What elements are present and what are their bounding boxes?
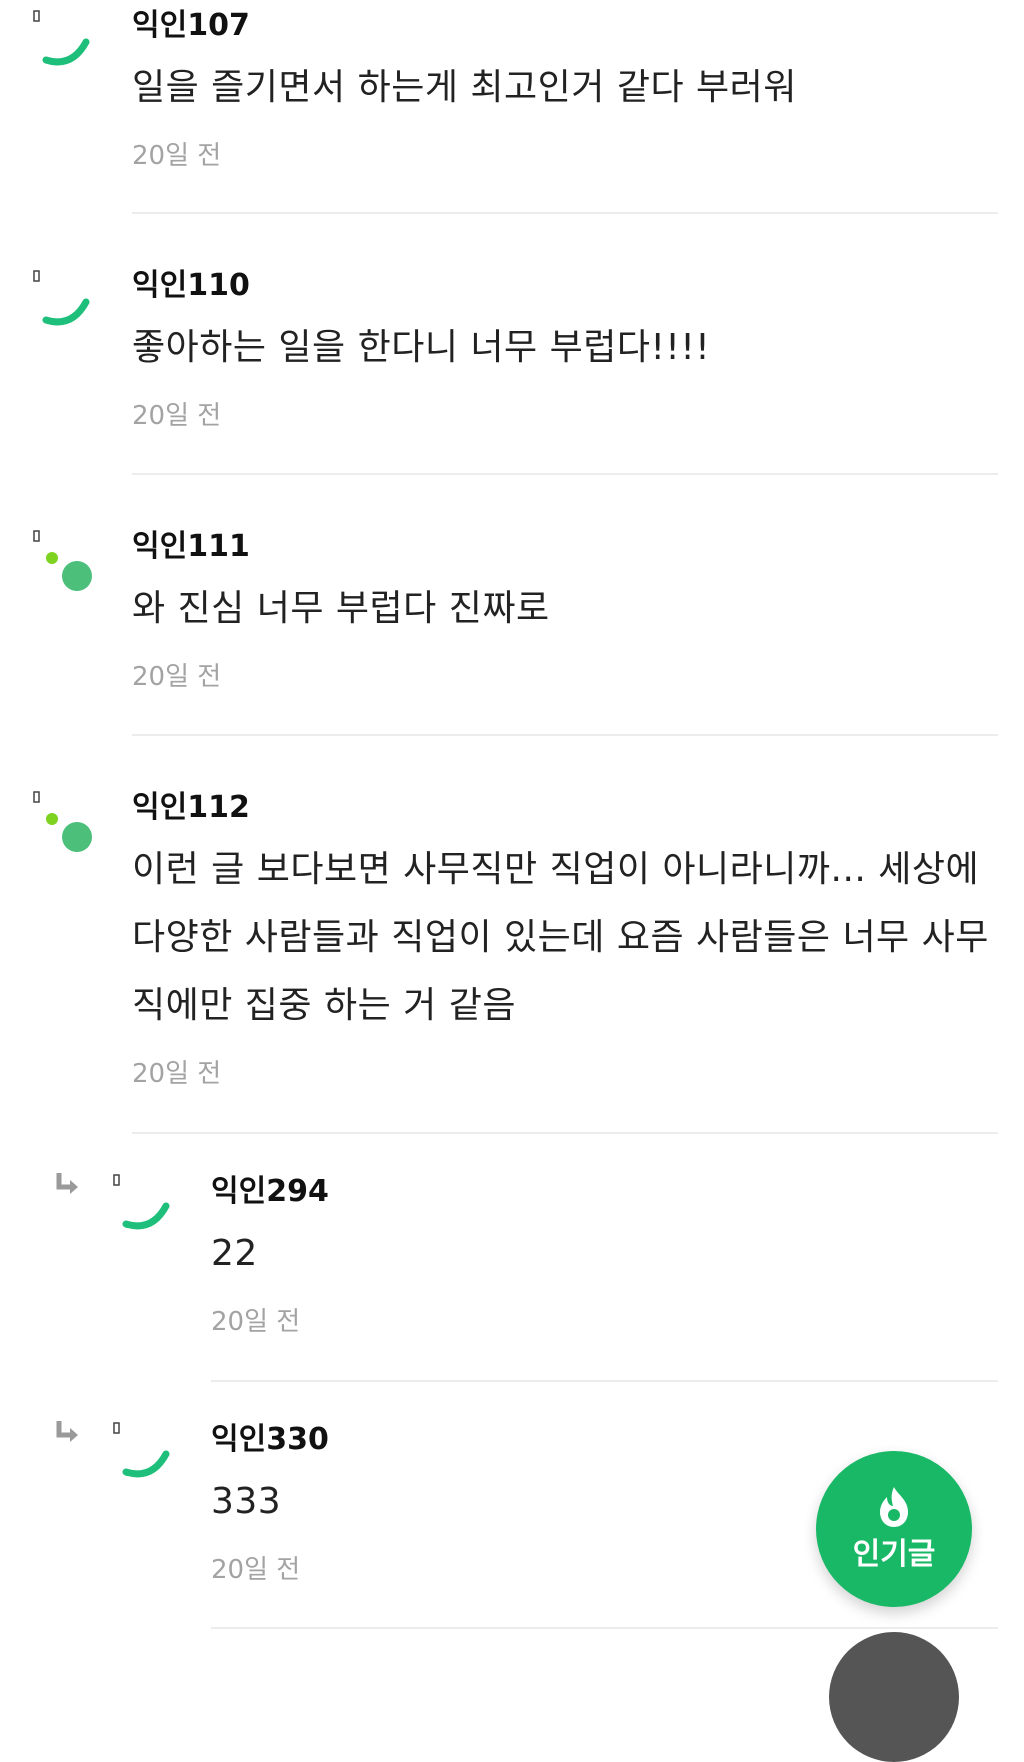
- comment-nickname[interactable]: 익인111: [132, 527, 998, 567]
- comment-divider: [132, 473, 998, 475]
- comment-time: 20일 전: [132, 141, 222, 171]
- arc-avatar-icon[interactable]: [110, 1172, 174, 1236]
- comment-nickname[interactable]: 익인112: [132, 788, 998, 828]
- arc-avatar-icon[interactable]: [30, 8, 94, 72]
- comment-text: 22: [211, 1233, 258, 1274]
- popular-posts-label: 인기글: [852, 1537, 936, 1572]
- scroll-top-button[interactable]: [829, 1632, 959, 1762]
- comment-time: 20일 전: [132, 662, 222, 692]
- reply-arrow-icon: [53, 1418, 81, 1446]
- dots-avatar-icon[interactable]: [30, 528, 94, 592]
- comment-nickname[interactable]: 익인110: [132, 266, 998, 306]
- arc-avatar-icon[interactable]: [30, 268, 94, 332]
- comment-time: 20일 전: [211, 1307, 301, 1337]
- comment-divider: [132, 212, 998, 214]
- popular-posts-button[interactable]: 인기글: [816, 1451, 972, 1607]
- comment-text: 좋아하는 일을 한다니 너무 부럽다!!!!: [132, 327, 711, 368]
- comment-time: 20일 전: [132, 401, 222, 431]
- comment-divider: [132, 1132, 998, 1134]
- comment-nickname[interactable]: 익인107: [132, 6, 998, 46]
- dots-avatar-icon[interactable]: [30, 789, 94, 853]
- comment-divider: [132, 734, 998, 736]
- arc-avatar-icon[interactable]: [110, 1420, 174, 1484]
- comment-divider: [211, 1380, 998, 1382]
- flame-icon: [872, 1483, 916, 1531]
- comment-text: 일을 즐기면서 하는게 최고인거 같다 부러워: [132, 67, 797, 108]
- comment-time: 20일 전: [132, 1059, 222, 1089]
- comment-text: 이런 글 보다보면 사무직만 직업이 아니라니까... 세상에 다양한 사람들과…: [132, 849, 989, 1026]
- comment-text: 와 진심 너무 부럽다 진짜로: [132, 588, 550, 629]
- reply-arrow-icon: [53, 1170, 81, 1198]
- comment-divider: [211, 1627, 998, 1629]
- comment-nickname[interactable]: 익인294: [211, 1172, 998, 1212]
